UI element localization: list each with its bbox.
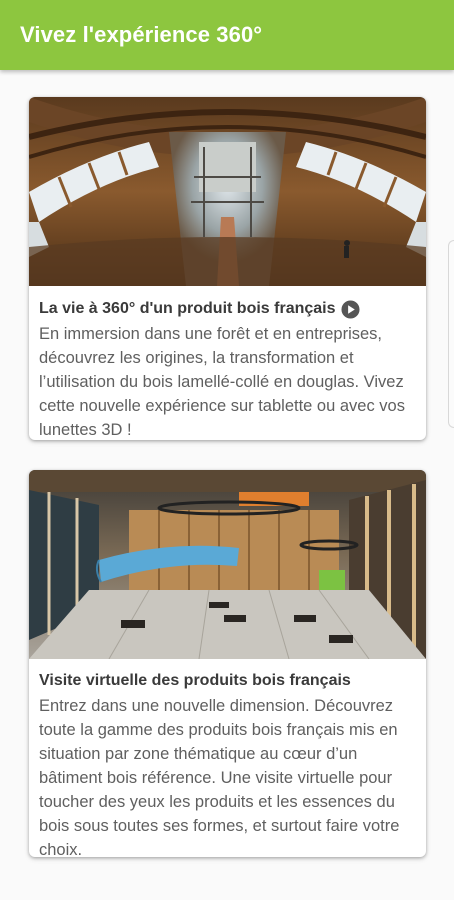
scroll-edge-indicator xyxy=(448,240,454,428)
card-image-panorama xyxy=(29,97,426,286)
app-title: Vivez l'expérience 360° xyxy=(20,22,263,47)
card-title: Visite virtuelle des produits bois franç… xyxy=(39,672,351,689)
app-bar: Vivez l'expérience 360° xyxy=(0,0,454,70)
card-virtual-visit[interactable]: Visite virtuelle des produits bois franç… xyxy=(29,470,426,857)
card-image-virtual-building xyxy=(29,470,426,659)
card-description: Entrez dans une nouvelle dimension. Déco… xyxy=(39,697,400,857)
card-360-experience[interactable]: La vie à 360° d'un produit bois français… xyxy=(29,97,426,440)
card-title: La vie à 360° d'un produit bois français xyxy=(39,300,336,317)
card-title-row: Visite virtuelle des produits bois franç… xyxy=(39,669,416,693)
play-circle-icon[interactable] xyxy=(340,299,360,319)
card-description: En immersion dans une forêt et en entrep… xyxy=(39,325,405,439)
card-title-row: La vie à 360° d'un produit bois français xyxy=(39,297,416,321)
